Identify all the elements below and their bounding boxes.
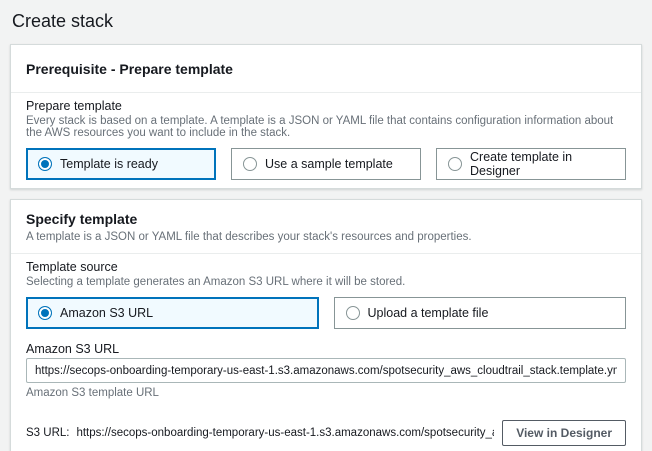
prepare-template-description: Every stack is based on a template. A te… — [26, 115, 626, 139]
specify-template-card-description: A template is a JSON or YAML file that d… — [26, 231, 626, 243]
radio-selected-icon — [38, 157, 52, 171]
create-stack-page: Create stack Prerequisite - Prepare temp… — [0, 0, 652, 451]
prepare-template-label: Prepare template — [26, 99, 626, 113]
s3-url-summary-row: S3 URL: https://secops-onboarding-tempor… — [26, 420, 626, 446]
s3-url-summary-label: S3 URL: — [26, 427, 69, 439]
template-source-radio-group: Amazon S3 URL Upload a template file — [26, 297, 626, 329]
radio-tile-amazon-s3-url[interactable]: Amazon S3 URL — [26, 297, 319, 329]
radio-tile-upload-template-file[interactable]: Upload a template file — [334, 297, 627, 329]
amazon-s3-url-input[interactable] — [26, 358, 626, 383]
radio-tile-label: Upload a template file — [368, 306, 489, 320]
s3-url-summary-value: https://secops-onboarding-temporary-us-e… — [76, 427, 494, 439]
amazon-s3-url-hint: Amazon S3 template URL — [26, 387, 626, 399]
prepare-template-radio-group: Template is ready Use a sample template … — [26, 148, 626, 180]
specify-template-card-header: Specify template A template is a JSON or… — [11, 200, 641, 254]
template-source-label: Template source — [26, 260, 626, 274]
radio-unselected-icon — [346, 306, 360, 320]
radio-tile-label: Create template in Designer — [470, 150, 614, 178]
radio-tile-label: Template is ready — [60, 157, 158, 171]
radio-tile-label: Amazon S3 URL — [60, 306, 153, 320]
specify-template-card-body: Template source Selecting a template gen… — [11, 254, 641, 451]
radio-unselected-icon — [448, 157, 462, 171]
radio-tile-use-sample-template[interactable]: Use a sample template — [231, 148, 421, 180]
radio-selected-icon — [38, 306, 52, 320]
specify-template-card-title: Specify template — [26, 211, 626, 227]
prerequisite-card-header: Prerequisite - Prepare template — [11, 45, 641, 93]
prerequisite-card: Prerequisite - Prepare template Prepare … — [10, 44, 642, 189]
page-title: Create stack — [12, 11, 642, 32]
specify-template-card: Specify template A template is a JSON or… — [10, 199, 642, 451]
prerequisite-card-title: Prerequisite - Prepare template — [26, 61, 626, 77]
template-source-description: Selecting a template generates an Amazon… — [26, 276, 626, 288]
radio-tile-template-is-ready[interactable]: Template is ready — [26, 148, 216, 180]
radio-tile-label: Use a sample template — [265, 157, 393, 171]
amazon-s3-url-label: Amazon S3 URL — [26, 342, 626, 356]
radio-unselected-icon — [243, 157, 257, 171]
view-in-designer-button[interactable]: View in Designer — [502, 420, 626, 446]
radio-tile-create-template-in-designer[interactable]: Create template in Designer — [436, 148, 626, 180]
prerequisite-card-body: Prepare template Every stack is based on… — [11, 93, 641, 188]
